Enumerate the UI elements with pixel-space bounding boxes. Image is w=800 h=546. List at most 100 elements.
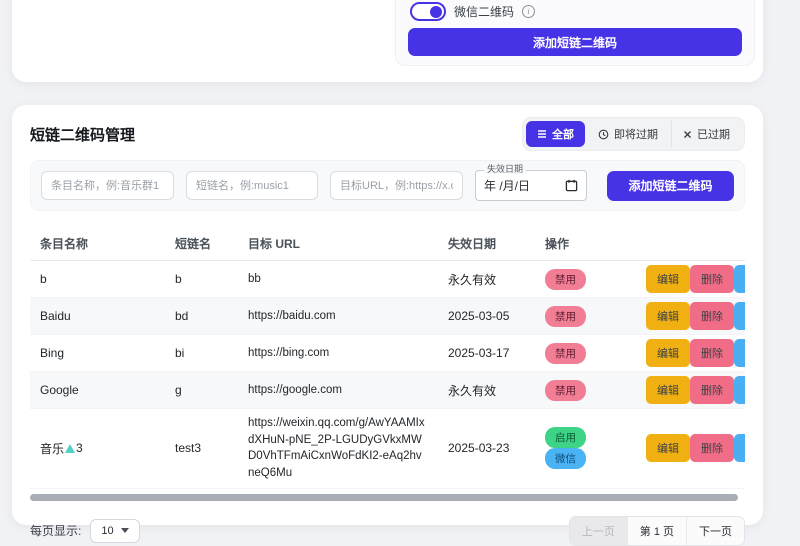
shortlink-manager-card: 短链二维码管理 全部 即将过期 已过期 bbox=[12, 105, 763, 525]
delete-button[interactable]: 删除 bbox=[690, 302, 734, 330]
qr-create-card: 微信二维码 i 添加短链二维码 bbox=[12, 0, 763, 82]
col-header-name: 条目名称 bbox=[30, 229, 165, 258]
delete-button[interactable]: 删除 bbox=[690, 376, 734, 404]
edit-button[interactable]: 编辑 bbox=[646, 265, 690, 293]
target-url-cell: https://weixin.qq.com/g/AwYAAMIxdXHuN-pN… bbox=[238, 409, 438, 488]
horizontal-scrollbar[interactable] bbox=[30, 494, 738, 501]
status-badge[interactable]: 禁用 bbox=[545, 380, 586, 401]
entry-name-cell: Google bbox=[30, 377, 165, 403]
filter-bar: 失效日期 年 /月/日 添加短链二维码 bbox=[30, 160, 745, 211]
list-icon bbox=[537, 129, 547, 139]
seedling-icon bbox=[65, 444, 75, 453]
add-shortlink-qr-button-filter[interactable]: 添加短链二维码 bbox=[607, 171, 734, 201]
wechat-toggle-row: 微信二维码 i bbox=[410, 2, 535, 21]
current-page-indicator: 第 1 页 bbox=[627, 517, 686, 545]
col-header-expiry: 失效日期 bbox=[438, 229, 535, 258]
expiry-cell: 永久有效 bbox=[438, 376, 535, 405]
tab-expired[interactable]: 已过期 bbox=[671, 121, 741, 147]
slug-cell: g bbox=[165, 377, 238, 403]
expiry-date-value: 年 /月/日 bbox=[484, 177, 530, 194]
slug-input[interactable] bbox=[186, 171, 318, 200]
caret-down-icon bbox=[121, 528, 129, 533]
slug-cell: test3 bbox=[165, 435, 238, 461]
entry-name: 音乐 bbox=[40, 440, 64, 457]
entry-name-cell: 音乐 3 bbox=[30, 434, 165, 463]
qrcode-button[interactable]: 二维码 bbox=[734, 302, 745, 330]
table-scroll-area: 条目名称 短链名 目标 URL 失效日期 操作 bbbb永久有效禁用编辑删除二维… bbox=[30, 227, 745, 489]
status-badge[interactable]: 微信 bbox=[545, 448, 586, 469]
expiry-cell: 2025-03-17 bbox=[438, 340, 535, 366]
entry-name: Bing bbox=[40, 346, 64, 360]
tab-expiring-soon-label: 即将过期 bbox=[614, 126, 658, 142]
expiry-cell: 2025-03-05 bbox=[438, 303, 535, 329]
table-row: bbbb永久有效禁用编辑删除二维码 bbox=[30, 261, 745, 298]
page-title: 短链二维码管理 bbox=[30, 124, 135, 145]
expiry-cell: 永久有效 bbox=[438, 265, 535, 294]
entry-name: Baidu bbox=[40, 309, 71, 323]
entry-name-cell: Baidu bbox=[30, 303, 165, 329]
status-badge[interactable]: 启用 bbox=[545, 427, 586, 448]
tab-all-label: 全部 bbox=[552, 126, 574, 142]
clock-icon bbox=[598, 129, 609, 140]
status-cell: 禁用 bbox=[535, 337, 646, 370]
wechat-toggle-label: 微信二维码 bbox=[454, 3, 514, 20]
slug-cell: b bbox=[165, 266, 238, 292]
expiry-date-input[interactable]: 失效日期 年 /月/日 bbox=[475, 170, 587, 201]
page-size-select[interactable]: 10 bbox=[90, 519, 139, 543]
status-cell: 启用微信 bbox=[535, 421, 646, 475]
page-size-label: 每页显示: bbox=[30, 522, 81, 539]
pagination: 上一页 第 1 页 下一页 bbox=[569, 516, 745, 546]
filter-tabs: 全部 即将过期 已过期 bbox=[522, 117, 745, 151]
status-badge[interactable]: 禁用 bbox=[545, 343, 586, 364]
edit-button[interactable]: 编辑 bbox=[646, 434, 690, 462]
calendar-icon bbox=[565, 179, 578, 192]
status-cell: 禁用 bbox=[535, 300, 646, 333]
table-footer: 每页显示: 10 上一页 第 1 页 下一页 bbox=[30, 516, 745, 546]
x-icon bbox=[683, 130, 692, 139]
qrcode-button[interactable]: 二维码 bbox=[734, 265, 745, 293]
prev-page-button[interactable]: 上一页 bbox=[570, 517, 627, 545]
col-header-url: 目标 URL bbox=[238, 229, 438, 258]
delete-button[interactable]: 删除 bbox=[690, 339, 734, 367]
slug-cell: bd bbox=[165, 303, 238, 329]
delete-button[interactable]: 删除 bbox=[690, 434, 734, 462]
qrcode-button[interactable]: 二维码 bbox=[734, 434, 745, 462]
qrcode-button[interactable]: 二维码 bbox=[734, 376, 745, 404]
tab-expiring-soon[interactable]: 即将过期 bbox=[587, 121, 669, 147]
target-url-input[interactable] bbox=[330, 171, 463, 200]
tab-all[interactable]: 全部 bbox=[526, 121, 585, 147]
entry-name-suffix: 3 bbox=[76, 441, 83, 455]
actions-cell: 编辑删除二维码 bbox=[646, 434, 745, 462]
entry-name-cell: Bing bbox=[30, 340, 165, 366]
table-row: Googleghttps://google.com永久有效禁用 编辑删除二维码 bbox=[30, 372, 745, 409]
info-icon[interactable]: i bbox=[522, 5, 535, 18]
expiry-cell: 2025-03-23 bbox=[438, 435, 535, 461]
status-badge[interactable]: 禁用 bbox=[545, 306, 586, 327]
page-size-control: 每页显示: 10 bbox=[30, 519, 140, 543]
entry-name: b bbox=[40, 272, 47, 286]
table-header-row: 条目名称 短链名 目标 URL 失效日期 操作 bbox=[30, 227, 745, 261]
status-cell: 禁用 bbox=[535, 263, 646, 296]
actions-cell: 编辑删除二维码 bbox=[646, 339, 745, 367]
qrcode-button[interactable]: 二维码 bbox=[734, 339, 745, 367]
table-row: 音乐 3 test3https://weixin.qq.com/g/AwYAAMIx… bbox=[30, 409, 745, 489]
actions-cell: 编辑删除二维码 bbox=[646, 265, 745, 293]
next-page-button[interactable]: 下一页 bbox=[686, 517, 744, 545]
entry-name-input[interactable] bbox=[41, 171, 174, 200]
edit-button[interactable]: 编辑 bbox=[646, 302, 690, 330]
slug-cell: bi bbox=[165, 340, 238, 366]
edit-button[interactable]: 编辑 bbox=[646, 339, 690, 367]
target-url-cell: https://google.com bbox=[238, 376, 438, 405]
page-size-value: 10 bbox=[101, 525, 113, 537]
wechat-toggle[interactable] bbox=[410, 2, 446, 21]
status-badge[interactable]: 禁用 bbox=[545, 269, 586, 290]
col-header-slug: 短链名 bbox=[165, 229, 238, 258]
table-row: Bingbihttps://bing.com2025-03-17禁用编辑删除二维… bbox=[30, 335, 745, 372]
status-cell: 禁用 bbox=[535, 374, 646, 407]
add-shortlink-qr-button[interactable]: 添加短链二维码 bbox=[408, 28, 742, 56]
wechat-option-panel: 微信二维码 i 添加短链二维码 bbox=[395, 0, 755, 66]
edit-button[interactable]: 编辑 bbox=[646, 376, 690, 404]
entry-name-cell: b bbox=[30, 266, 165, 292]
tab-expired-label: 已过期 bbox=[697, 126, 730, 142]
delete-button[interactable]: 删除 bbox=[690, 265, 734, 293]
